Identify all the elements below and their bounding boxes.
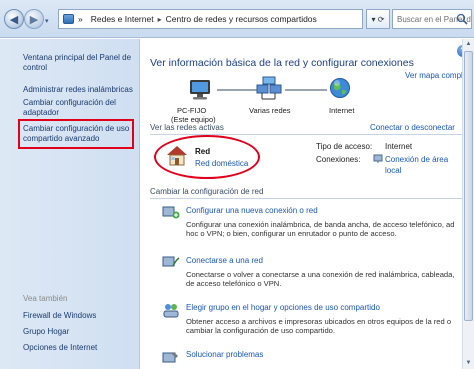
breadcrumb-redes-internet[interactable]: Redes e Internet [91,14,154,24]
divider [150,198,466,199]
new-connection-icon [162,206,180,219]
address-bar[interactable]: » Redes e Internet ▸ Centro de redes y r… [58,9,363,29]
connect-disconnect-link[interactable]: Conectar o desconectar [370,123,455,132]
access-type-value: Internet [385,142,413,151]
lan-connection-link-line2[interactable]: local [385,166,401,175]
internet-globe-icon [330,78,350,98]
task-connect-link[interactable]: Conectarse a una red [186,256,263,265]
address-prefix-separator: » [78,14,83,24]
chevron-down-icon: ▾ [45,18,49,25]
page-title: Ver información básica de la red y confi… [150,57,414,69]
connections-label: Conexiones: [316,155,361,164]
highlight-ellipse [154,135,260,179]
sidebar-item-adapter[interactable]: Cambiar configuración del adaptador [23,98,135,118]
troubleshoot-icon [162,352,178,363]
search-input[interactable]: Buscar en el Panel de control [392,9,472,29]
sidebar-item-homegroup[interactable]: Grupo Hogar [23,327,135,337]
internet-label: Internet [329,106,355,115]
change-settings-heading: Cambiar la configuración de red [150,187,264,196]
arrow-right-icon: ▶ [29,13,39,26]
sidebar-item-internet-options[interactable]: Opciones de Internet [23,343,135,353]
control-panel-icon [63,14,74,24]
arrow-left-icon: ◀ [9,13,19,26]
search-icon[interactable] [456,13,468,25]
refresh-button[interactable]: ▾ ⟳ [366,9,390,29]
forward-button[interactable]: ▶ [24,9,44,29]
homegroup-sharing-icon [163,304,179,318]
scroll-up-icon[interactable]: ▲ [463,39,474,50]
task-homegroup-desc: Obtener acceso a archivos e impresoras u… [186,317,452,336]
lan-connection-link[interactable]: Conexión de área [385,155,448,164]
scroll-down-icon[interactable]: ▼ [463,358,474,369]
pc-name: PC-FIJO [177,106,207,115]
task-connect-desc: Conectarse o volver a conectarse a una c… [186,270,455,289]
breadcrumb-separator[interactable]: ▸ [158,15,162,24]
address-toolbar: ◀ ▶ ▾ » Redes e Internet ▸ Centro de red… [0,0,474,38]
back-button[interactable]: ◀ [4,9,24,29]
recent-pages-dropdown[interactable]: ▾ [45,17,52,25]
main-content: ? Ver información básica de la red y con… [141,39,474,369]
highlight-rectangle [18,119,134,149]
sidebar-item-wireless[interactable]: Administrar redes inalámbricas [23,85,135,95]
connection-line-2 [285,89,327,91]
ethernet-icon [373,154,383,163]
scrollbar-thumb[interactable] [464,51,473,321]
multiple-networks-icon [256,76,282,100]
sidebar-item-panel-home[interactable]: Ventana principal del Panel de control [23,53,135,73]
sidebar-item-firewall[interactable]: Firewall de Windows [23,311,135,321]
access-type-label: Tipo de acceso: [316,142,373,151]
task-new-connection-link[interactable]: Configurar una nueva conexión o red [186,206,318,215]
connect-network-icon [162,256,180,267]
task-homegroup-link[interactable]: Elegir grupo en el hogar y opciones de u… [186,303,380,312]
breadcrumb-network-center[interactable]: Centro de redes y recursos compartidos [166,14,317,24]
sidebar: Ventana principal del Panel de control A… [0,39,140,369]
multiple-networks-label: Varias redes [249,106,291,115]
task-new-connection-desc: Configurar una conexión inalámbrica, de … [186,220,455,239]
computer-icon [190,80,210,100]
see-also-heading: Vea también [23,294,68,303]
vertical-scrollbar[interactable]: ▲ ▼ [462,39,474,369]
task-troubleshoot-link[interactable]: Solucionar problemas [186,350,263,359]
active-networks-heading: Ver las redes activas [150,123,224,132]
connection-line-1 [217,89,257,91]
